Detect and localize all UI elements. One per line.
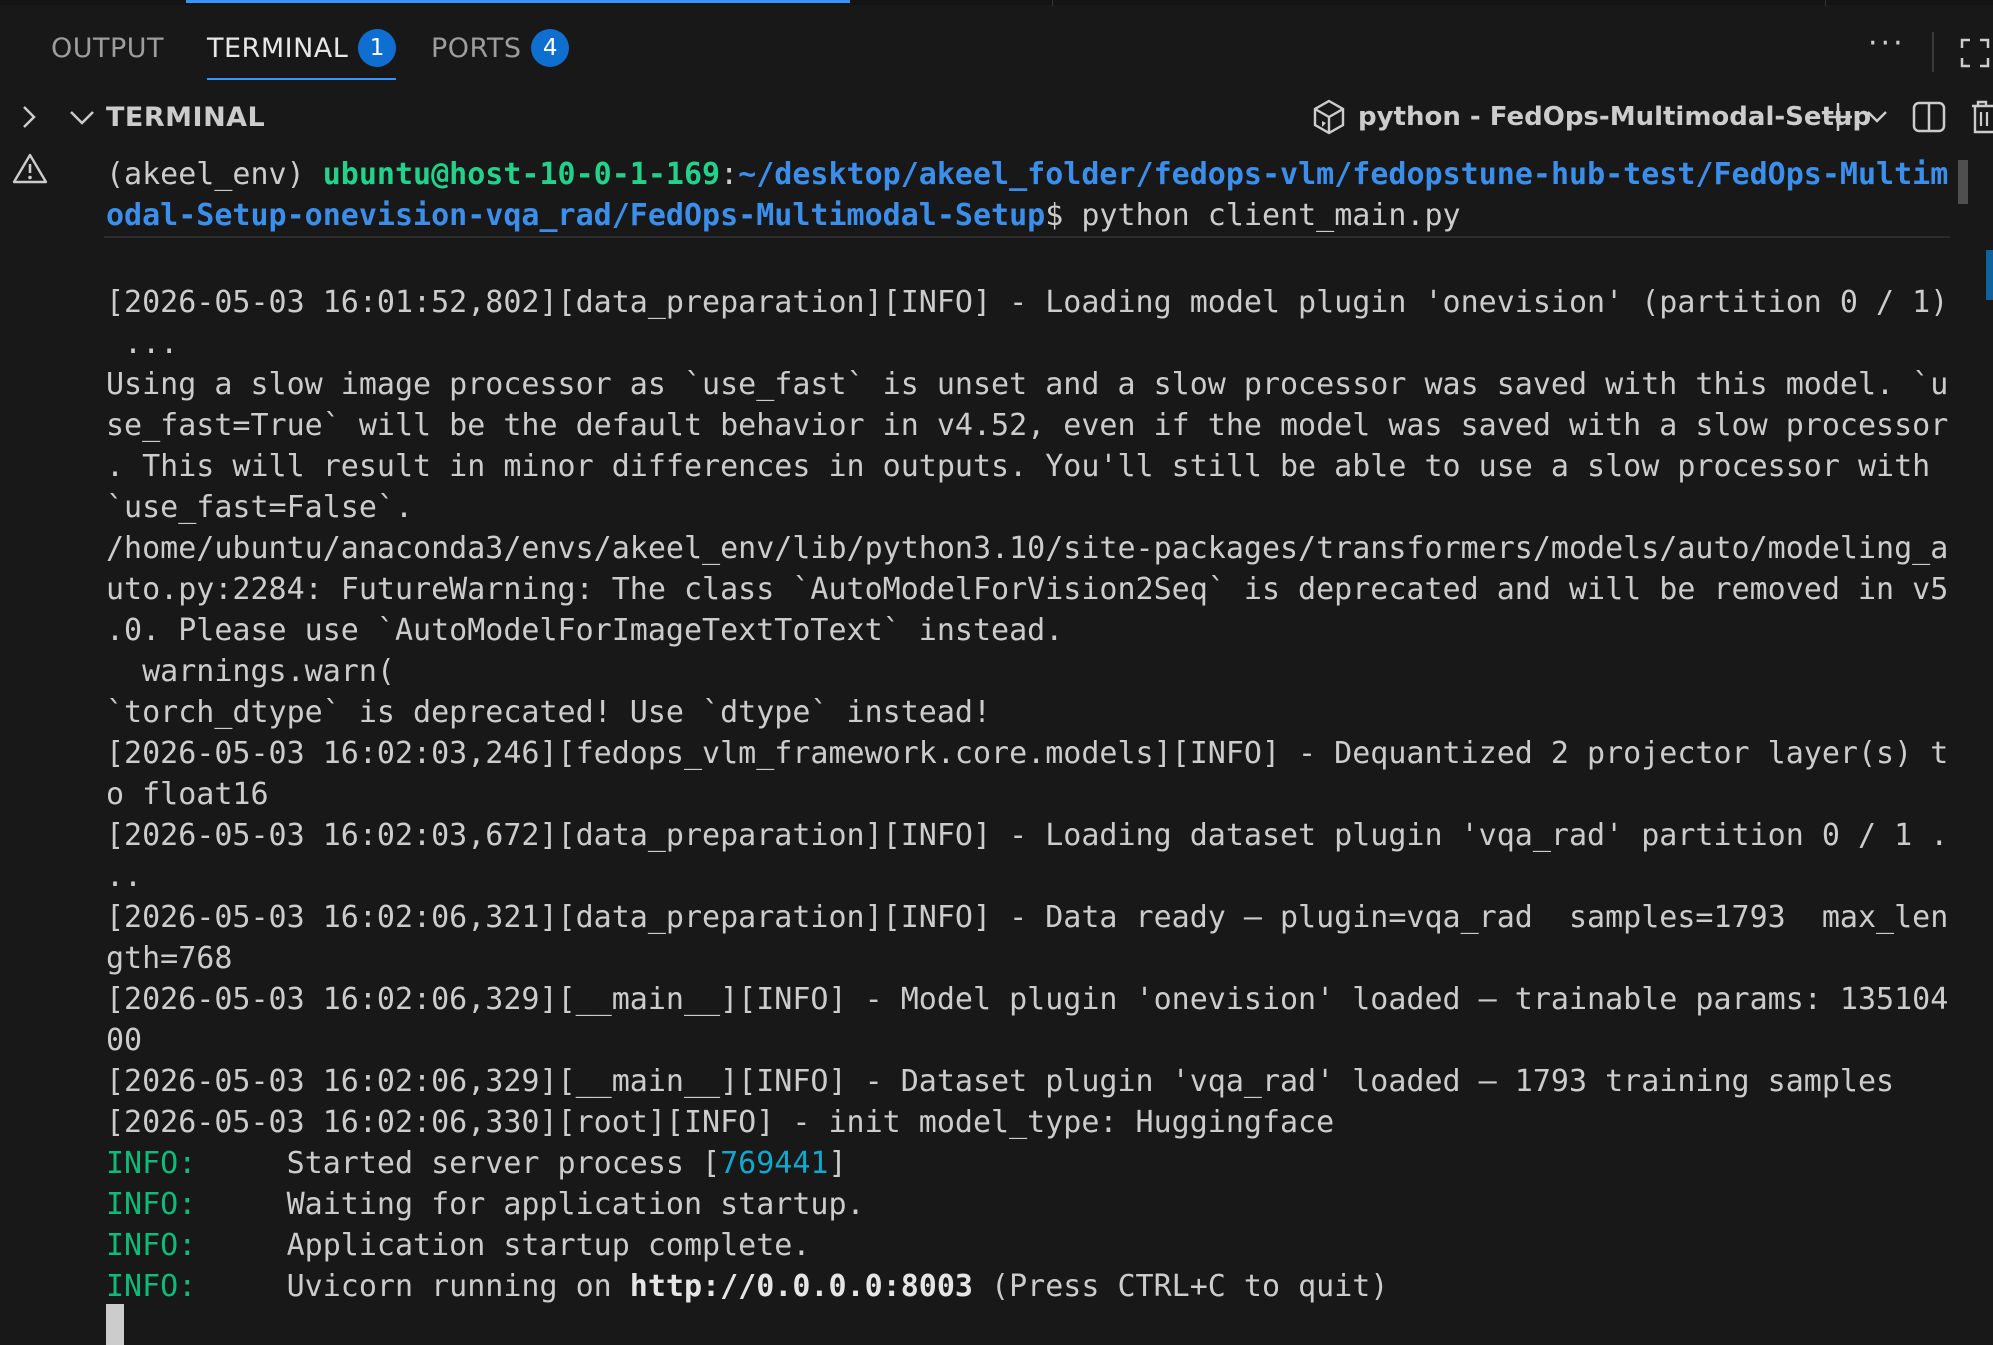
maximize-panel-icon[interactable] bbox=[1960, 38, 1990, 68]
prompt-line-continued: odal-Setup-onevision-vqa_rad/FedOps-Mult… bbox=[106, 195, 1461, 236]
output-line: `torch_dtype` is deprecated! Use `dtype`… bbox=[106, 695, 992, 730]
log-text: Started server process [ bbox=[196, 1146, 721, 1181]
chevron-right-icon[interactable] bbox=[18, 90, 40, 144]
focus-indicator bbox=[186, 0, 850, 3]
scroll-indicator bbox=[1986, 250, 1993, 300]
tab-label: TERMINAL bbox=[207, 32, 349, 64]
kill-terminal-icon[interactable] bbox=[1970, 90, 1993, 144]
terminal-gutter bbox=[0, 144, 58, 1345]
terminal-header: TERMINAL python - FedOps-Multimodal-Setu… bbox=[0, 90, 1993, 144]
panel-tab-bar: OUTPUT TERMINAL 1 PORTS 4 ··· bbox=[0, 6, 1993, 90]
prompt-path: ~/desktop/akeel_folder/fedops-vlm/fedops… bbox=[738, 157, 1949, 192]
output-line: se_fast=True` will be the default behavi… bbox=[106, 408, 1949, 443]
uvicorn-line: INFO: Uvicorn running on http://0.0.0.0:… bbox=[106, 1266, 1388, 1307]
prompt-env: (akeel_env) bbox=[106, 157, 323, 192]
log-text: Application startup complete. bbox=[196, 1228, 811, 1263]
prompt-colon: : bbox=[720, 157, 739, 192]
split-terminal-icon[interactable] bbox=[1912, 90, 1946, 144]
info-prefix: INFO: bbox=[106, 1146, 197, 1181]
top-strip bbox=[0, 0, 1993, 8]
output-line: /home/ubuntu/anaconda3/envs/akeel_env/li… bbox=[106, 531, 1949, 566]
log-text: (Press CTRL+C to quit) bbox=[972, 1269, 1389, 1304]
tab-badge: 1 bbox=[358, 29, 397, 67]
output-line: [2026-05-03 16:02:06,321][data_preparati… bbox=[106, 900, 1949, 935]
command-text: python client_main.py bbox=[1081, 198, 1461, 233]
log-text: ] bbox=[828, 1146, 847, 1181]
toolbar-separator bbox=[1932, 32, 1934, 72]
info-prefix: INFO: bbox=[106, 1187, 197, 1222]
output-line: [2026-05-03 16:01:52,802][data_preparati… bbox=[106, 285, 1949, 320]
more-actions-icon[interactable]: ··· bbox=[1868, 26, 1906, 61]
prompt-dollar: $ bbox=[1045, 198, 1082, 233]
log-text: Waiting for application startup. bbox=[196, 1187, 865, 1222]
prompt-line: (akeel_env) ubuntu@host-10-0-1-169:~/des… bbox=[106, 154, 1948, 195]
warning-icon[interactable] bbox=[12, 152, 48, 184]
terminal-instance-name[interactable]: python - FedOps-Multimodal-Setup bbox=[1358, 90, 1871, 144]
info-prefix: INFO: bbox=[106, 1269, 197, 1304]
terminal-dropdown-chevron-icon[interactable] bbox=[1866, 90, 1888, 144]
output-line: [2026-05-03 16:02:06,329][__main__][INFO… bbox=[106, 982, 1949, 1017]
terminal-cursor bbox=[106, 1304, 124, 1345]
active-tab-indicator bbox=[207, 78, 397, 80]
prompt-path: odal-Setup-onevision-vqa_rad/FedOps-Mult… bbox=[106, 198, 1046, 233]
info-prefix: INFO: bbox=[106, 1228, 197, 1263]
server-url-link[interactable]: http://0.0.0.0:8003 bbox=[630, 1269, 973, 1304]
new-terminal-icon[interactable] bbox=[1822, 90, 1854, 144]
output-line: gth=768 bbox=[106, 941, 233, 976]
tab-ports[interactable]: PORTS 4 bbox=[431, 6, 570, 90]
tab-label: PORTS bbox=[431, 32, 522, 64]
uvicorn-line: INFO: Started server process [769441] bbox=[106, 1143, 847, 1184]
output-line: .. bbox=[106, 859, 143, 894]
log-text: Uvicorn running on bbox=[196, 1269, 630, 1304]
output-line: . This will result in minor differences … bbox=[106, 449, 1931, 484]
output-line: .0. Please use `AutoModelForImageTextToT… bbox=[106, 613, 1064, 648]
uvicorn-line: INFO: Waiting for application startup. bbox=[106, 1184, 865, 1225]
output-line: [2026-05-03 16:02:03,672][data_preparati… bbox=[106, 818, 1949, 853]
uvicorn-line: INFO: Application startup complete. bbox=[106, 1225, 810, 1266]
output-line: uto.py:2284: FutureWarning: The class `A… bbox=[106, 572, 1949, 607]
output-line: 00 bbox=[106, 1023, 143, 1058]
output-line: [2026-05-03 16:02:06,329][__main__][INFO… bbox=[106, 1064, 1895, 1099]
tab-terminal[interactable]: TERMINAL 1 bbox=[207, 6, 397, 90]
output-line: warnings.warn( bbox=[106, 654, 395, 689]
command-separator bbox=[104, 236, 1950, 238]
process-id: 769441 bbox=[720, 1146, 829, 1181]
tab-badge: 4 bbox=[531, 29, 570, 67]
output-line: Using a slow image processor as `use_fas… bbox=[106, 367, 1949, 402]
prompt-user-host: ubuntu@host-10-0-1-169 bbox=[322, 157, 721, 192]
tab-output[interactable]: OUTPUT bbox=[51, 6, 164, 90]
output-line: [2026-05-03 16:02:03,246][fedops_vlm_fra… bbox=[106, 736, 1949, 771]
output-line: o float16 bbox=[106, 777, 269, 812]
section-title[interactable]: TERMINAL bbox=[106, 90, 265, 144]
terminal-scrollbar[interactable] bbox=[1958, 160, 1968, 204]
chevron-down-icon[interactable] bbox=[68, 90, 96, 144]
python-terminal-icon bbox=[1312, 90, 1346, 144]
output-line: [2026-05-03 16:02:06,330][root][INFO] - … bbox=[106, 1105, 1335, 1140]
output-line: `use_fast=False`. bbox=[106, 490, 414, 525]
output-line: ... bbox=[106, 326, 179, 361]
tab-label: OUTPUT bbox=[51, 32, 165, 64]
